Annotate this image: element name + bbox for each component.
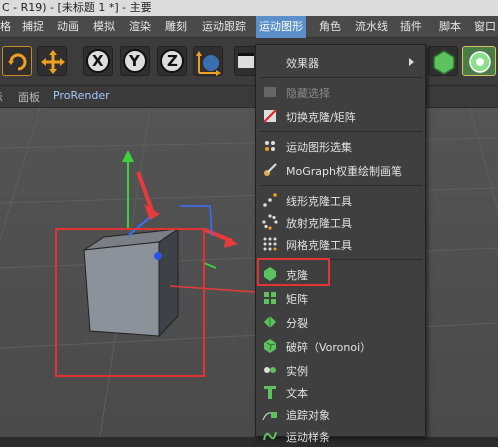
move-tool-button[interactable] (37, 46, 67, 76)
z-axis-button[interactable]: Z (157, 46, 187, 76)
menu-item-effectors[interactable]: 效果器 (256, 51, 425, 73)
menu-item-weight-paint[interactable]: MoGraph权重绘制画笔 (256, 159, 425, 181)
effectors-label: 效果器 (286, 57, 319, 70)
menu-separator (260, 185, 422, 186)
menu-item-hide-selection: 隐藏选择 (256, 81, 425, 103)
voronoi-fracture-icon (264, 339, 276, 353)
menu-grid[interactable]: 格 (0, 16, 11, 38)
menu-item-instance[interactable]: 实例 (256, 359, 425, 381)
mograph-selection-label: 运动图形选集 (286, 141, 352, 154)
x-axis-button[interactable]: X (83, 46, 113, 76)
matrix-label: 矩阵 (286, 293, 308, 306)
motion-spline-icon (263, 431, 277, 441)
menu-animate[interactable]: 动画 (57, 16, 79, 38)
world-coordinates-icon (196, 51, 221, 76)
submenu-arrow-icon (409, 58, 414, 66)
subbar-menu-cut[interactable]: 示 (0, 89, 3, 105)
menu-item-mograph-selection[interactable]: 运动图形选集 (256, 135, 425, 157)
menu-separator (260, 131, 422, 132)
mograph-fracture-button[interactable] (462, 46, 496, 76)
toggle-clone-matrix-label: 切换克隆/矩阵 (286, 111, 356, 124)
highlight-cube-box (55, 228, 205, 377)
rotate-tool-button[interactable] (2, 46, 32, 76)
clapper-icon (238, 53, 254, 68)
grid-clone-icon (263, 237, 277, 251)
motion-spline-label: 运动样条 (286, 431, 330, 444)
tracer-icon (262, 412, 277, 421)
linear-clone-icon (263, 193, 277, 207)
y-axis-button[interactable]: Y (120, 46, 150, 76)
move-icon (41, 50, 65, 74)
hide-selection-icon (264, 87, 276, 97)
fracture-icon (469, 51, 491, 73)
menu-item-grid-clone-tool[interactable]: 网格克隆工具 (256, 233, 425, 255)
radial-clone-icon (262, 214, 278, 230)
menu-pipeline[interactable]: 流水线 (355, 16, 388, 38)
menu-render[interactable]: 渲染 (129, 16, 151, 38)
matrix-icon (264, 292, 276, 304)
radial-clone-label: 放射克隆工具 (286, 217, 352, 230)
instance-label: 实例 (286, 365, 308, 378)
menubar: 格 捕捉 动画 模拟 渲染 雕刻 运动跟踪 运动图形 角色 流水线 插件 脚本 … (0, 16, 498, 38)
menu-item-motion-spline[interactable]: 运动样条 (256, 425, 425, 447)
x-axis-label: X (92, 52, 104, 70)
menu-sculpt[interactable]: 雕刻 (165, 16, 187, 38)
mograph-menu: 效果器 隐藏选择 切换克隆/矩阵 运动图形选集 MoGraph权重绘制画笔 线形… (255, 44, 426, 444)
menu-script[interactable]: 脚本 (439, 16, 461, 38)
voronoi-fracture-label: 破碎（Voronoi） (286, 341, 372, 354)
menu-item-tracer[interactable]: 追踪对象 (256, 403, 425, 425)
menu-motion-tracking[interactable]: 运动跟踪 (202, 16, 246, 38)
menu-separator (260, 77, 422, 78)
menu-item-toggle-clone-matrix[interactable]: 切换克隆/矩阵 (256, 105, 425, 127)
menu-item-matrix[interactable]: 矩阵 (256, 287, 425, 309)
fracture-icon (264, 316, 276, 328)
mograph-selection-icon (265, 141, 275, 151)
menu-mograph[interactable]: 运动图形 (256, 16, 306, 38)
rotate-icon (8, 53, 27, 71)
menu-item-fracture[interactable]: 分裂 (256, 311, 425, 333)
hide-selection-label: 隐藏选择 (286, 87, 330, 100)
tracer-label: 追踪对象 (286, 409, 330, 422)
menu-simulate[interactable]: 模拟 (93, 16, 115, 38)
menu-plugins[interactable]: 插件 (400, 16, 422, 38)
z-axis-label: Z (167, 52, 178, 70)
linear-clone-label: 线形克隆工具 (286, 195, 352, 208)
text-label: 文本 (286, 387, 308, 400)
coordinate-system-button[interactable] (193, 46, 223, 76)
subbar-prorender[interactable]: ProRender (53, 89, 110, 102)
render-view-button[interactable] (234, 46, 256, 76)
menu-item-voronoi-fracture[interactable]: 破碎（Voronoi） (256, 335, 425, 357)
cloner-icon (433, 50, 455, 75)
y-axis-label: Y (129, 52, 140, 70)
window-title: C - R19) - [未标题 1 *] - 主要 (0, 0, 498, 16)
menu-item-text[interactable]: 文本 (256, 381, 425, 403)
menu-window[interactable]: 窗口 (474, 16, 496, 38)
weight-paint-label: MoGraph权重绘制画笔 (286, 165, 402, 178)
fracture-label: 分裂 (286, 317, 308, 330)
toggle-clone-icon (263, 109, 277, 123)
text-object-icon (264, 386, 276, 399)
weight-paint-brush-icon (264, 163, 277, 176)
menu-item-linear-clone-tool[interactable]: 线形克隆工具 (256, 189, 425, 211)
menu-snap[interactable]: 捕捉 (22, 16, 44, 38)
grid-clone-label: 网格克隆工具 (286, 239, 352, 252)
subbar-panel[interactable]: 面板 (18, 89, 40, 105)
menu-character[interactable]: 角色 (319, 16, 341, 38)
cloner-tool-button[interactable] (428, 46, 458, 76)
instance-icon (264, 367, 276, 373)
highlight-cloner-box (257, 258, 330, 286)
menu-item-radial-clone-tool[interactable]: 放射克隆工具 (256, 211, 425, 233)
